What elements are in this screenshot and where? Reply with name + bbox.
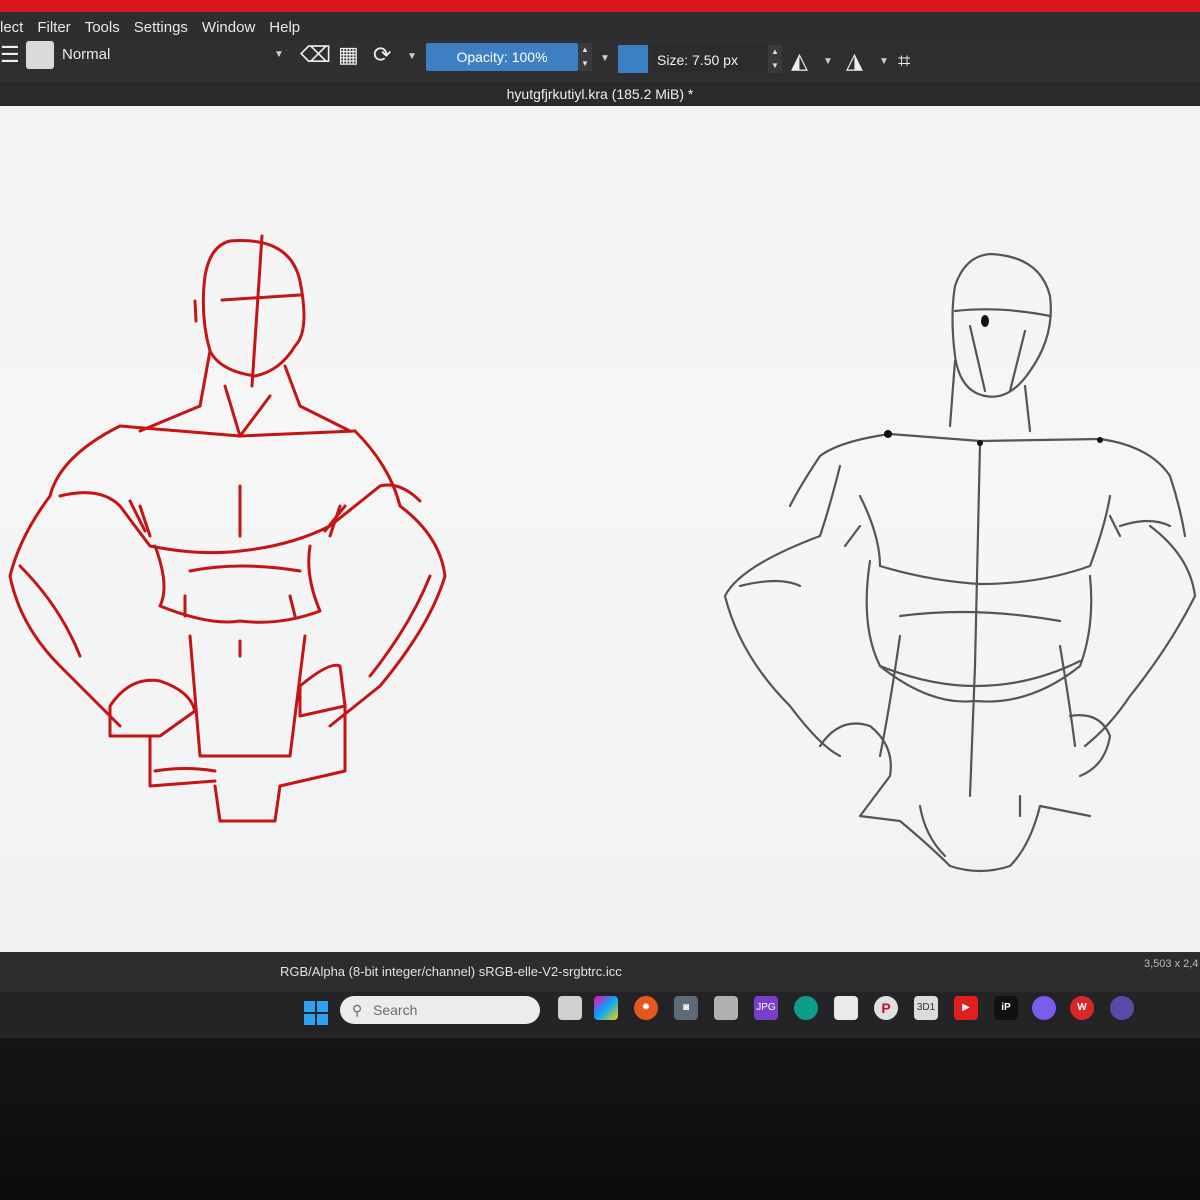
3d1-app-icon[interactable]: 3D1 (914, 996, 938, 1020)
menu-tools[interactable]: Tools (85, 19, 120, 36)
menu-help[interactable]: Help (269, 19, 300, 36)
red-figure-sketch (8, 234, 447, 823)
menu-filter[interactable]: Filter (37, 19, 70, 36)
monitor-bezel (0, 1038, 1200, 1200)
menu-window[interactable]: Window (202, 19, 255, 36)
menu-bar: lect Filter Tools Settings Window Help (0, 12, 1200, 42)
chevron-down-icon[interactable]: ▼ (407, 51, 417, 62)
chevron-down-icon[interactable]: ▼ (274, 49, 284, 60)
status-bar: RGB/Alpha (8-bit integer/channel) sRGB-e… (0, 952, 1200, 992)
jpg-app-icon[interactable]: JPG (754, 996, 778, 1020)
opacity-spinner[interactable]: ▲ ▼ (578, 43, 592, 71)
opacity-slider[interactable]: Opacity: 100% (426, 43, 578, 71)
crop-icon[interactable]: ⌗ (898, 50, 910, 72)
youtube-icon[interactable]: ▶ (954, 996, 978, 1020)
gray-figure-marks (884, 315, 1103, 446)
color-swatch[interactable] (618, 45, 648, 73)
file-explorer-icon[interactable] (714, 996, 738, 1020)
mirror-horizontal-icon[interactable]: ◭ (791, 50, 808, 72)
pinterest-icon[interactable]: P (874, 996, 898, 1020)
ip-app-icon[interactable]: iP (994, 996, 1018, 1020)
copilot-icon[interactable] (594, 996, 618, 1020)
menu-settings[interactable]: Settings (134, 19, 188, 36)
eraser-icon[interactable]: ⌫ (300, 44, 331, 66)
krita-icon[interactable] (1110, 996, 1134, 1020)
settings-gear-icon[interactable]: ✹ (634, 996, 658, 1020)
messenger-icon[interactable] (1032, 996, 1056, 1020)
size-spinner[interactable]: ▲ ▼ (768, 45, 782, 73)
windows-start-icon[interactable] (304, 1001, 328, 1025)
window-red-top-edge (0, 0, 1200, 12)
task-view-icon[interactable] (558, 996, 582, 1020)
search-icon: ⚲ (352, 1002, 363, 1018)
chevron-down-icon[interactable]: ▼ (823, 56, 833, 67)
menu-select[interactable]: lect (0, 19, 23, 36)
color-profile-status: RGB/Alpha (8-bit integer/channel) sRGB-e… (280, 964, 622, 979)
gray-figure-sketch (723, 252, 1197, 873)
mirror-vertical-icon[interactable]: ◮ (846, 50, 863, 72)
image-dimensions: 3,503 x 2,4 (1144, 958, 1199, 970)
camera-icon[interactable]: ◙ (674, 996, 698, 1020)
document-title: hyutgfjrkutiyl.kra (185.2 MiB) * (0, 82, 1200, 106)
brush-preset-button[interactable] (26, 41, 54, 69)
chevron-down-icon[interactable]: ▼ (879, 56, 889, 67)
sketch-layer (8, 234, 1197, 873)
chevron-down-icon[interactable]: ▼ (600, 53, 610, 64)
hamburger-icon[interactable]: ☰ (0, 44, 20, 66)
store-icon[interactable] (834, 996, 858, 1020)
edge-icon[interactable] (794, 996, 818, 1020)
blend-mode-select[interactable]: Normal (62, 46, 110, 63)
checker-alpha-icon[interactable]: ▦ (338, 44, 359, 66)
reload-icon[interactable]: ⟳ (373, 44, 391, 66)
drawing-canvas[interactable] (0, 106, 1200, 952)
taskbar-search-input[interactable]: ⚲ Search (340, 996, 540, 1024)
wps-icon[interactable]: W (1070, 996, 1094, 1020)
brush-size-slider[interactable]: Size: 7.50 px (650, 45, 777, 73)
